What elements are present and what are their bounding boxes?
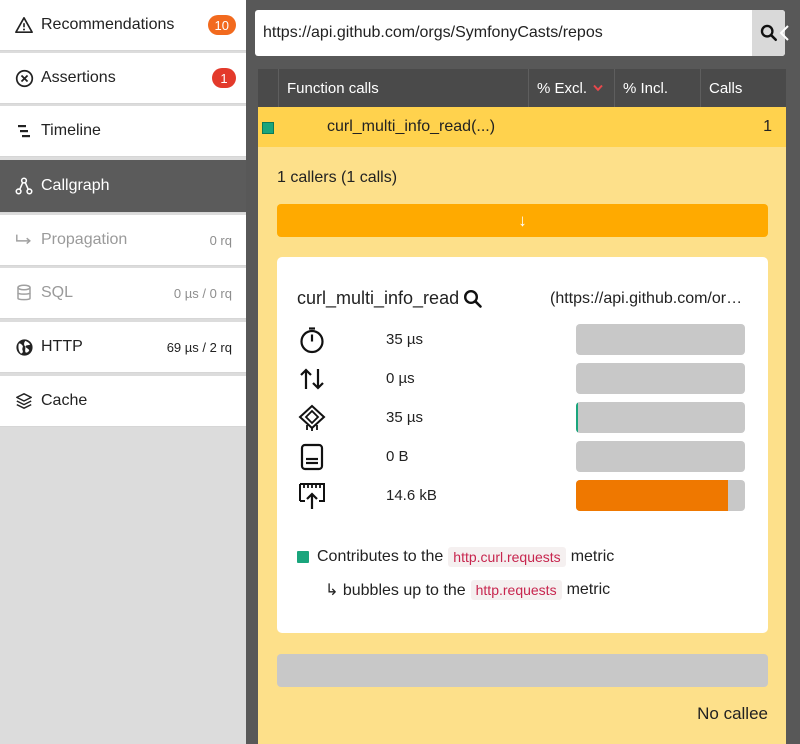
sidebar-item-timeline[interactable]: Timeline [0, 106, 246, 157]
metric-bar-fill [576, 480, 729, 511]
callees-bar [277, 654, 768, 687]
column-header-calls[interactable]: Calls [700, 69, 786, 107]
metric-bar [576, 363, 745, 394]
main-panel: https://api.github.com/orgs/SymfonyCasts… [246, 0, 800, 744]
timeline-icon [14, 121, 34, 141]
metric-bar [576, 402, 745, 433]
function-table-header: Function calls % Excl. % Incl. Calls [258, 69, 786, 107]
globe-icon [14, 337, 34, 357]
metric-bar [576, 441, 745, 472]
io-arrows-icon [297, 364, 327, 394]
sidebar-item-propagation[interactable]: Propagation 0 rq [0, 215, 246, 266]
sidebar-item-callgraph[interactable]: Callgraph [0, 160, 246, 213]
sidebar-item-label: Timeline [41, 122, 101, 139]
sidebar-item-label: HTTP [41, 338, 83, 355]
column-header-label: Calls [709, 79, 743, 97]
table-row[interactable]: curl_multi_info_read(...) 1 [258, 107, 786, 147]
function-name: curl_multi_info_read(...) [327, 118, 496, 135]
sidebar-item-label: Cache [41, 392, 88, 409]
card-argument: (https://api.github.com/orgs/SymfonyCast… [550, 290, 750, 307]
chevron-left-icon [778, 24, 790, 42]
sidebar-item-label: Recommendations [41, 16, 175, 33]
bubbles-line: ↳ bubbles up to the http.requests metric [325, 580, 610, 600]
recommendations-count-badge: 10 [207, 15, 236, 35]
metric-marker-square [262, 122, 274, 134]
column-header-label: % Incl. [623, 79, 669, 97]
metric-row-wall-time: 35 µs [297, 324, 748, 356]
metric-bar-fill [576, 402, 578, 433]
metric-row-cpu: 35 µs [297, 402, 748, 434]
column-header-function-calls[interactable]: Function calls [278, 69, 528, 107]
card-function-name: curl_multi_info_read [297, 288, 460, 308]
contributes-line: Contributes to the http.curl.requests me… [297, 547, 614, 567]
search-input[interactable]: https://api.github.com/orgs/SymfonyCasts… [255, 24, 752, 42]
column-header-incl[interactable]: % Incl. [614, 69, 700, 107]
sidebar: Recommendations 10 Assertions 1 Timeline… [0, 0, 246, 744]
warning-icon [14, 15, 34, 35]
callgraph-detail-panel: 1 callers (1 calls) ↓ curl_multi_info_re… [258, 147, 786, 744]
metric-value: 35 µs [386, 331, 423, 348]
callers-label: 1 callers (1 calls) [277, 169, 398, 186]
header-marker-column [258, 69, 278, 107]
network-upload-icon [297, 481, 327, 511]
layers-icon [14, 391, 34, 411]
function-card: curl_multi_info_read (https://api.github… [277, 257, 768, 633]
memory-icon [297, 442, 327, 472]
column-header-label: Function calls [287, 79, 379, 97]
metric-row-io: 0 µs [297, 363, 748, 395]
collapse-panel-button[interactable] [774, 22, 794, 44]
propagation-arrow-icon [14, 230, 34, 250]
search-bar: https://api.github.com/orgs/SymfonyCasts… [255, 10, 785, 56]
contributes-suffix: metric [570, 548, 615, 565]
search-icon[interactable] [463, 289, 483, 309]
database-icon [14, 283, 34, 303]
column-header-excl[interactable]: % Excl. [528, 69, 614, 107]
bubbles-prefix: ↳ bubbles up to the [325, 582, 466, 599]
metric-value: 14.6 kB [386, 487, 437, 504]
sidebar-item-label: Callgraph [41, 177, 110, 194]
metric-row-network: 14.6 kB [297, 480, 748, 512]
sidebar-item-recommendations[interactable]: Recommendations 10 [0, 0, 246, 51]
cpu-chip-icon [297, 403, 327, 433]
circle-x-icon [14, 68, 34, 88]
callgraph-icon [14, 176, 34, 196]
metric-row-memory: 0 B [297, 441, 748, 473]
metric-bar [576, 480, 745, 511]
sidebar-item-label: SQL [41, 284, 74, 301]
calls-count: 1 [763, 118, 772, 135]
metric-name-code: http.requests [470, 580, 562, 600]
sidebar-item-http[interactable]: HTTP 69 µs / 2 rq [0, 322, 246, 373]
sort-desc-icon [593, 84, 603, 92]
stopwatch-icon [297, 325, 327, 355]
column-header-label: % Excl. [537, 79, 588, 97]
sidebar-item-cache[interactable]: Cache [0, 376, 246, 427]
contributes-prefix: Contributes to the [317, 548, 444, 565]
metric-value: 0 µs [386, 370, 415, 387]
no-callee-label: No callee [697, 704, 768, 723]
metric-value: 0 B [386, 448, 409, 465]
metric-bar [576, 324, 745, 355]
propagation-meta: 0 rq [209, 232, 232, 248]
sidebar-item-label: Assertions [41, 69, 116, 86]
metric-marker-square [297, 551, 309, 563]
sidebar-item-sql[interactable]: SQL 0 µs / 0 rq [0, 268, 246, 319]
sidebar-item-label: Propagation [41, 231, 128, 248]
sql-meta: 0 µs / 0 rq [173, 285, 232, 301]
metric-name-code: http.curl.requests [448, 547, 566, 567]
metric-value: 35 µs [386, 409, 423, 426]
http-meta: 69 µs / 2 rq [166, 339, 232, 355]
bubbles-suffix: metric [566, 581, 611, 598]
callers-bar[interactable]: ↓ [277, 204, 768, 237]
sidebar-item-assertions[interactable]: Assertions 1 [0, 53, 246, 104]
card-title: curl_multi_info_read [297, 288, 483, 309]
assertions-count-badge: 1 [212, 68, 236, 88]
arrow-down-icon: ↓ [518, 210, 527, 230]
